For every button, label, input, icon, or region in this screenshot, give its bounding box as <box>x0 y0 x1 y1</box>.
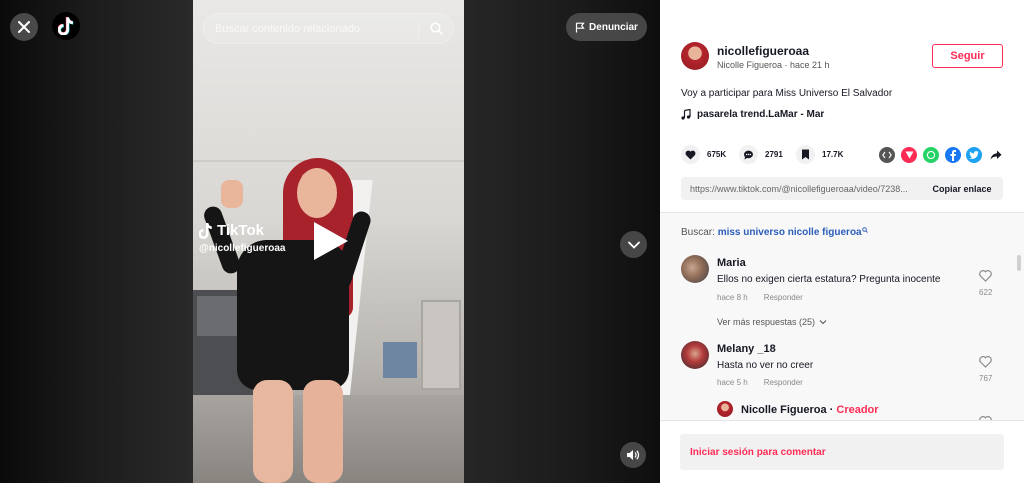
related-search-label: Buscar: <box>681 227 715 238</box>
comment-username[interactable]: Melany _18 <box>717 343 776 355</box>
report-button[interactable]: Denunciar <box>566 13 647 41</box>
save-button[interactable]: 17.7K <box>796 145 843 164</box>
reply-avatar[interactable] <box>717 401 733 417</box>
comment-text: Ellos no exigen cierta estatura? Pregunt… <box>717 274 941 285</box>
facebook-icon[interactable] <box>945 147 961 163</box>
play-button[interactable] <box>314 222 348 260</box>
details-panel: nicollefigueroaa Nicolle Figueroa · hace… <box>660 0 1024 483</box>
comment-count: 2791 <box>765 150 783 159</box>
comment-login-bar: Iniciar sesión para comentar <box>660 420 1024 483</box>
search-icon <box>861 227 868 233</box>
comment-like-count: 622 <box>979 288 993 297</box>
video-player[interactable]: TikTok @nicollefigueroaa Denunciar <box>0 0 660 483</box>
copy-link-button[interactable]: Copiar enlace <box>921 177 1003 200</box>
close-icon <box>18 21 30 33</box>
tiktok-logo-icon <box>58 17 74 35</box>
search-input[interactable] <box>204 22 418 35</box>
volume-icon <box>627 450 640 460</box>
person-leg-left <box>253 380 293 483</box>
search-button[interactable] <box>419 13 453 44</box>
comment-avatar[interactable] <box>681 255 709 283</box>
twitter-icon[interactable] <box>966 147 982 163</box>
blurred-backdrop-left <box>0 0 193 483</box>
like-count: 675K <box>707 150 727 159</box>
tiktok-note-icon <box>199 222 212 239</box>
search-icon <box>429 22 443 35</box>
share-link-box: https://www.tiktok.com/@nicollefigueroaa… <box>681 177 1003 200</box>
comment-time: hace 5 h <box>717 378 748 387</box>
like-button[interactable]: 675K <box>681 145 726 164</box>
comment-text: Hasta no ver no creer <box>717 360 814 371</box>
comment-scrollbar[interactable] <box>1017 255 1021 271</box>
creator-badge: Creador <box>836 404 879 416</box>
whatsapp-icon[interactable] <box>923 147 939 163</box>
author-handle[interactable]: nicollefigueroaa <box>717 44 809 58</box>
share-arrow-icon[interactable] <box>988 147 1004 163</box>
close-button[interactable] <box>10 13 38 41</box>
flag-icon <box>575 22 585 32</box>
reply-username[interactable]: Nicolle Figueroa · Creador <box>741 404 879 416</box>
person-hand-left <box>221 180 243 208</box>
login-to-comment-button[interactable]: Iniciar sesión para comentar <box>680 434 1004 470</box>
related-search-box[interactable] <box>203 13 454 44</box>
embed-icon[interactable] <box>879 147 895 163</box>
comment-like-count: 767 <box>979 374 993 383</box>
volume-button[interactable] <box>620 442 646 468</box>
heart-icon <box>681 145 700 164</box>
music-note-icon <box>681 109 691 120</box>
comment-button[interactable]: 2791 <box>739 145 783 164</box>
storage-box <box>383 342 417 378</box>
tiktok-watermark: TikTok @nicollefigueroaa <box>199 222 285 254</box>
related-search-link[interactable]: miss universo nicolle figueroa <box>718 227 868 238</box>
music-title: pasarela trend.LaMar - Mar <box>697 109 825 120</box>
reply-button[interactable]: Responder <box>764 293 803 302</box>
comment-meta: hace 8 h Responder <box>717 293 803 302</box>
follow-button[interactable]: Seguir <box>932 44 1003 68</box>
share-link-url[interactable]: https://www.tiktok.com/@nicollefigueroaa… <box>681 184 921 194</box>
more-replies-label: Ver más respuestas (25) <box>717 317 816 327</box>
author-meta: Nicolle Figueroa · hace 21 h <box>717 60 830 70</box>
heart-outline-icon <box>979 356 992 368</box>
person-hand-right <box>301 172 325 200</box>
heart-outline-icon <box>979 270 992 282</box>
bookmark-icon <box>796 145 815 164</box>
related-search: Buscar: miss universo nicolle figueroa <box>681 227 868 238</box>
send-icon[interactable] <box>901 147 917 163</box>
watermark-username: @nicollefigueroaa <box>199 243 286 254</box>
person-body <box>237 240 349 390</box>
next-video-button[interactable] <box>620 231 647 258</box>
comment-time: hace 8 h <box>717 293 748 302</box>
watermark-brand: TikTok <box>217 222 264 239</box>
chevron-down-icon <box>627 241 640 249</box>
chevron-down-icon <box>819 320 827 325</box>
person-leg-right <box>303 380 343 483</box>
reply-separator: · <box>829 404 834 416</box>
tiktok-logo[interactable] <box>52 12 80 40</box>
comment-icon <box>739 145 758 164</box>
comment-list[interactable]: Buscar: miss universo nicolle figueroa M… <box>660 213 1024 420</box>
more-replies-link[interactable]: Ver más respuestas (25) <box>717 317 827 327</box>
comment-meta: hace 5 h Responder <box>717 378 803 387</box>
comment-like-button[interactable]: 767 <box>979 356 992 383</box>
comment-avatar[interactable] <box>681 341 709 369</box>
report-label: Denunciar <box>589 21 638 33</box>
comment-username[interactable]: Maria <box>717 257 746 269</box>
video-caption: Voy a participar para Miss Universo El S… <box>681 88 893 99</box>
reply-button[interactable]: Responder <box>764 378 803 387</box>
save-count: 17.7K <box>822 150 844 159</box>
author-avatar[interactable] <box>681 42 709 70</box>
music-link[interactable]: pasarela trend.LaMar - Mar <box>681 109 824 120</box>
comment-like-button[interactable]: 622 <box>979 270 992 297</box>
high-chair <box>421 300 461 390</box>
